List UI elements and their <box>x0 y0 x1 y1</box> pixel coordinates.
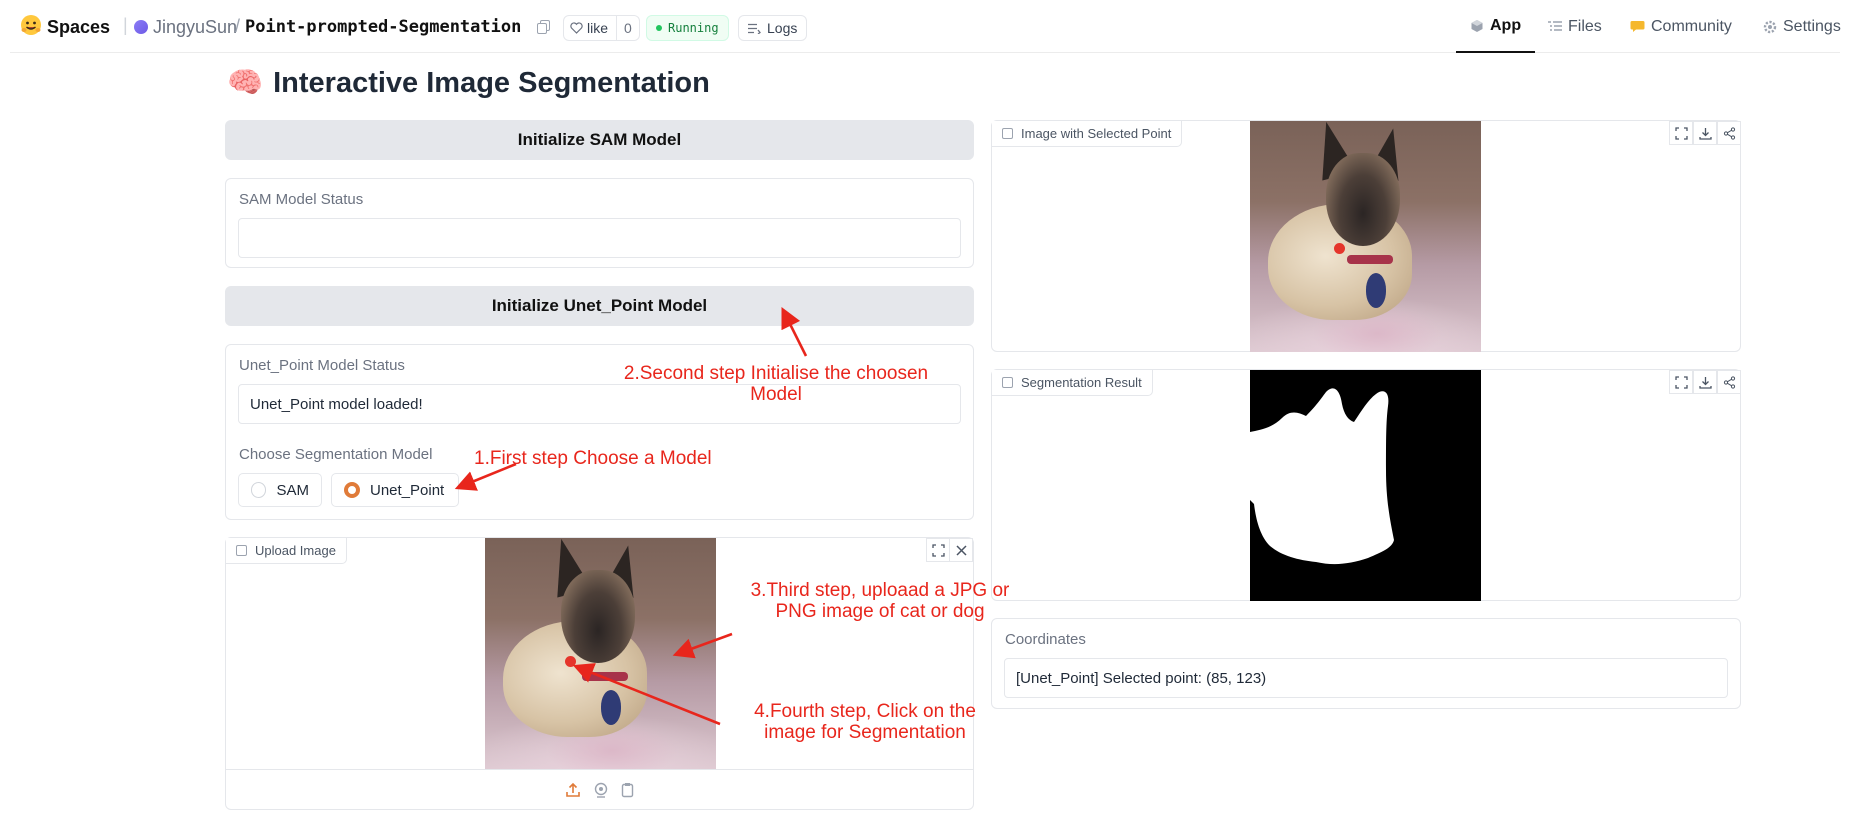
spaces-link[interactable]: Spaces <box>47 17 110 38</box>
share-icon <box>1723 126 1735 140</box>
download-button[interactable] <box>1693 370 1717 394</box>
fullscreen-button[interactable] <box>1669 370 1693 394</box>
annotation-step-4-line-1: 4.Fourth step, Click on the <box>754 701 976 722</box>
heart-icon <box>570 22 583 34</box>
selected-point-marker <box>565 656 576 667</box>
files-icon <box>1548 20 1562 31</box>
radio-checked-icon <box>344 482 360 498</box>
download-icon <box>1698 376 1712 389</box>
radio-option-unet-point[interactable]: Unet_Point <box>331 473 459 507</box>
tab-app-label: App <box>1490 16 1522 34</box>
annotation-step-2-line-1: 2.Second step Initialise the choosen <box>623 363 929 384</box>
selected-point-marker <box>1334 243 1345 254</box>
segmentation-result-panel: Segmentation Result <box>991 369 1741 601</box>
space-owner-link[interactable]: JingyuSun <box>153 17 237 38</box>
image-icon <box>1002 377 1013 388</box>
page-title: 🧠 Interactive Image Segmentation <box>227 66 710 100</box>
webcam-icon[interactable] <box>593 782 609 798</box>
radio-label-unet-point: Unet_Point <box>370 481 445 499</box>
annotation-step-1: 1.First step Choose a Model <box>474 448 712 469</box>
fullscreen-button[interactable] <box>926 538 950 562</box>
segmentation-mask-shape <box>1250 388 1394 565</box>
image-with-selected-point <box>1250 121 1481 352</box>
selected-point-label: Image with Selected Point <box>1021 126 1172 141</box>
brain-emoji-icon: 🧠 <box>227 67 264 99</box>
download-button[interactable] <box>1693 121 1717 145</box>
tab-files-label: Files <box>1568 17 1602 35</box>
tab-settings[interactable]: Settings <box>1763 0 1841 53</box>
sam-status-field[interactable] <box>238 218 961 258</box>
logs-label: Logs <box>767 20 798 36</box>
status-badge[interactable]: Running <box>646 15 729 41</box>
share-button[interactable] <box>1717 370 1741 394</box>
tab-files[interactable]: Files <box>1548 0 1602 53</box>
download-icon <box>1698 127 1712 140</box>
hugging-face-logo-icon[interactable] <box>20 14 42 36</box>
status-text: Running <box>668 21 719 35</box>
top-navigation-bar: Spaces | JingyuSun / Point-prompted-Segm… <box>10 0 1841 53</box>
segmentation-mask-image <box>1250 370 1481 601</box>
sam-status-label: SAM Model Status <box>239 191 364 208</box>
upload-image-panel: Upload Image <box>225 537 974 810</box>
coordinates-field[interactable]: [Unet_Point] Selected point: (85, 123) <box>1004 658 1728 698</box>
radio-label-sam: SAM <box>276 481 309 499</box>
radio-unchecked-icon <box>251 482 267 498</box>
share-icon <box>1723 375 1735 389</box>
clipboard-icon[interactable] <box>620 782 636 798</box>
path-separator: / <box>235 16 241 36</box>
segmentation-result-tag: Segmentation Result <box>992 370 1153 396</box>
gear-icon <box>1763 20 1777 33</box>
divider <box>226 769 973 770</box>
radio-option-sam[interactable]: SAM <box>238 473 322 507</box>
coordinates-label: Coordinates <box>1005 631 1086 648</box>
unet-status-label: Unet_Point Model Status <box>239 357 405 374</box>
annotation-step-4-line-2: image for Segmentation <box>764 722 966 743</box>
page-title-text: Interactive Image Segmentation <box>273 66 710 99</box>
annotation-step-3: 3.Third step, uploaad a JPG or PNG image… <box>720 580 1040 622</box>
copy-icon[interactable] <box>537 20 550 34</box>
coordinates-panel: Coordinates [Unet_Point] Selected point:… <box>991 618 1741 709</box>
annotation-step-4: 4.Fourth step, Click on the image for Se… <box>720 701 1010 743</box>
image-icon <box>1002 128 1013 139</box>
user-avatar[interactable] <box>134 20 148 34</box>
status-dot-icon <box>656 25 662 31</box>
fullscreen-icon <box>931 543 945 557</box>
selected-point-image-panel: Image with Selected Point <box>991 120 1741 352</box>
annotation-step-2-line-2: Model <box>750 384 802 405</box>
image-icon <box>236 545 247 556</box>
annotation-step-2: 2.Second step Initialise the choosen Mod… <box>591 363 961 405</box>
fullscreen-button[interactable] <box>1669 121 1693 145</box>
logs-button[interactable]: Logs <box>738 15 808 41</box>
logs-icon <box>748 23 761 34</box>
like-button[interactable]: like 0 <box>563 15 640 41</box>
uploaded-cat-image[interactable] <box>485 538 716 769</box>
tab-settings-label: Settings <box>1783 17 1841 35</box>
like-count: 0 <box>616 16 639 40</box>
tab-app[interactable]: App <box>1456 0 1536 53</box>
fullscreen-icon <box>1674 126 1688 140</box>
clear-image-button[interactable] <box>949 538 973 562</box>
upload-image-label: Upload Image <box>255 543 336 558</box>
close-icon <box>955 544 967 556</box>
segmentation-result-label: Segmentation Result <box>1021 375 1142 390</box>
annotation-step-3-line-2: PNG image of cat or dog <box>775 601 985 622</box>
tab-community-label: Community <box>1651 17 1732 35</box>
divider: | <box>123 15 128 35</box>
upload-icon[interactable] <box>565 782 581 798</box>
community-icon <box>1630 21 1645 32</box>
annotation-step-3-line-1: 3.Third step, uploaad a JPG or <box>750 580 1010 601</box>
upload-image-tag: Upload Image <box>226 538 347 564</box>
sam-status-panel: SAM Model Status <box>225 178 974 268</box>
space-name-link[interactable]: Point-prompted-Segmentation <box>245 17 521 37</box>
app-cube-icon <box>1471 19 1483 32</box>
choose-model-label: Choose Segmentation Model <box>239 446 433 463</box>
selected-point-tag: Image with Selected Point <box>992 121 1183 147</box>
initialize-unet-point-button[interactable]: Initialize Unet_Point Model <box>225 286 974 326</box>
fullscreen-icon <box>1674 375 1688 389</box>
initialize-sam-button[interactable]: Initialize SAM Model <box>225 120 974 160</box>
like-label: like <box>587 20 609 36</box>
share-button[interactable] <box>1717 121 1741 145</box>
tab-community[interactable]: Community <box>1630 0 1732 53</box>
